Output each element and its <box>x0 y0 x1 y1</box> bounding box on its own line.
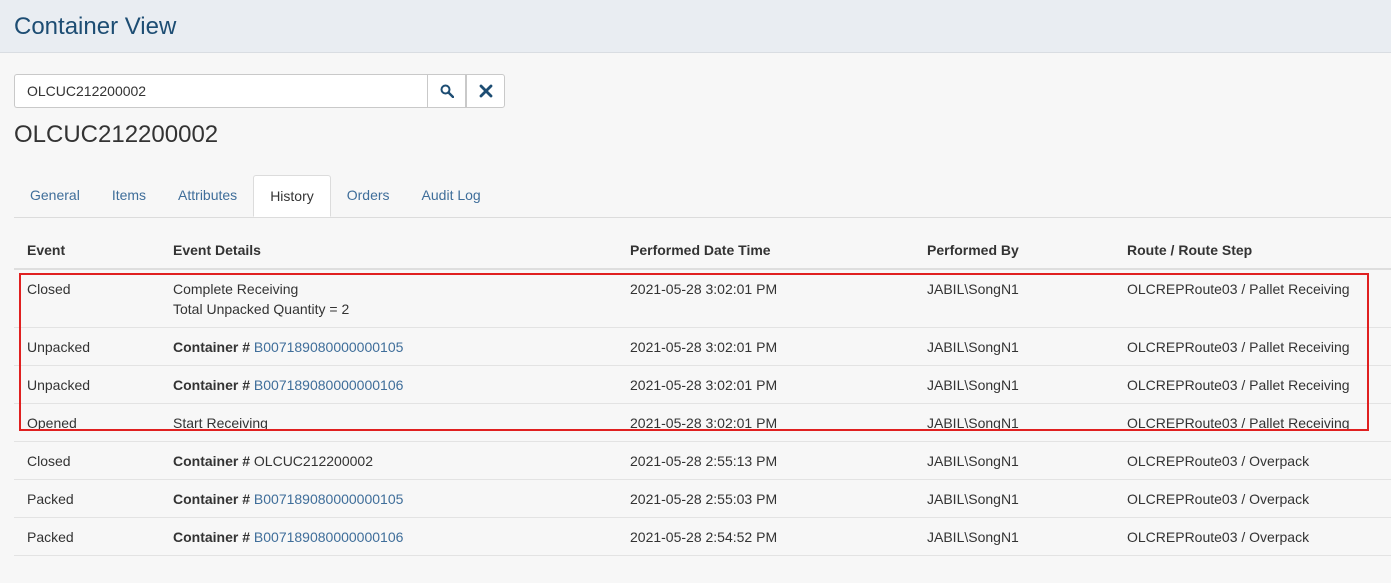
container-label: Container # <box>173 453 251 469</box>
event-details-cell: Complete Receiving Total Unpacked Quanti… <box>160 269 617 328</box>
page-header: Container View <box>0 0 1391 53</box>
date-cell: 2021-05-28 3:02:01 PM <box>617 269 914 328</box>
event-details-cell: Container # OLCUC212200002 <box>160 441 617 480</box>
event-cell: Unpacked <box>14 365 160 404</box>
date-cell: 2021-05-28 2:55:13 PM <box>617 441 914 480</box>
table-row: Closed Complete Receiving Total Unpacked… <box>14 269 1391 328</box>
container-link[interactable]: B007189080000000105 <box>254 339 404 355</box>
performed-by-cell: JABIL\SongN1 <box>914 403 1114 442</box>
event-details-cell: Container # B007189080000000106 <box>160 517 617 556</box>
column-header-performed-by[interactable]: Performed By <box>914 231 1114 270</box>
table-header-row: Event Event Details Performed Date Time … <box>14 231 1391 270</box>
search-icon <box>440 84 454 98</box>
column-header-performed-date-time[interactable]: Performed Date Time <box>617 231 914 270</box>
event-cell: Unpacked <box>14 327 160 366</box>
tab-orders[interactable]: Orders <box>331 175 406 217</box>
date-cell: 2021-05-28 2:54:52 PM <box>617 517 914 556</box>
event-details-cell: Container # B007189080000000105 <box>160 327 617 366</box>
route-cell: OLCREPRoute03 / Overpack <box>1114 517 1391 556</box>
container-link[interactable]: B007189080000000105 <box>254 491 404 507</box>
clear-button[interactable] <box>466 74 505 108</box>
performed-by-cell: JABIL\SongN1 <box>914 365 1114 404</box>
details-line: Total Unpacked Quantity = 2 <box>173 301 350 317</box>
table-row: Unpacked Container # B007189080000000106… <box>14 365 1391 404</box>
event-cell: Closed <box>14 269 160 328</box>
container-value: OLCUC212200002 <box>253 453 373 469</box>
performed-by-cell: JABIL\SongN1 <box>914 327 1114 366</box>
event-details-cell: Start Receiving <box>160 403 617 442</box>
table-row: Packed Container # B007189080000000105 2… <box>14 479 1391 518</box>
search-button[interactable] <box>427 74 466 108</box>
table-row: Opened Start Receiving 2021-05-28 3:02:0… <box>14 403 1391 442</box>
table-row: Unpacked Container # B007189080000000105… <box>14 327 1391 366</box>
details-line: Complete Receiving <box>173 281 299 297</box>
tab-bar: General Items Attributes History Orders … <box>14 175 1391 218</box>
table-row: Closed Container # OLCUC212200002 2021-0… <box>14 441 1391 480</box>
tab-items[interactable]: Items <box>96 175 162 217</box>
container-title: OLCUC212200002 <box>14 121 219 148</box>
performed-by-cell: JABIL\SongN1 <box>914 517 1114 556</box>
close-icon <box>479 84 492 98</box>
event-cell: Packed <box>14 479 160 518</box>
container-label: Container # <box>173 529 251 545</box>
route-cell: OLCREPRoute03 / Pallet Receiving <box>1114 269 1391 328</box>
route-cell: OLCREPRoute03 / Pallet Receiving <box>1114 365 1391 404</box>
container-link[interactable]: B007189080000000106 <box>254 529 404 545</box>
date-cell: 2021-05-28 2:55:03 PM <box>617 479 914 518</box>
date-cell: 2021-05-28 3:02:01 PM <box>617 365 914 404</box>
column-header-route[interactable]: Route / Route Step <box>1114 231 1391 270</box>
route-cell: OLCREPRoute03 / Overpack <box>1114 479 1391 518</box>
route-cell: OLCREPRoute03 / Overpack <box>1114 441 1391 480</box>
search-input[interactable] <box>14 74 427 108</box>
search-bar <box>14 74 505 108</box>
container-label: Container # <box>173 339 251 355</box>
container-label: Container # <box>173 377 251 393</box>
performed-by-cell: JABIL\SongN1 <box>914 269 1114 328</box>
event-cell: Packed <box>14 517 160 556</box>
table-row: Packed Container # B007189080000000106 2… <box>14 517 1391 556</box>
date-cell: 2021-05-28 3:02:01 PM <box>617 403 914 442</box>
container-link[interactable]: B007189080000000106 <box>254 377 404 393</box>
tab-audit-log[interactable]: Audit Log <box>406 175 497 217</box>
event-details-cell: Container # B007189080000000106 <box>160 365 617 404</box>
column-header-event-details[interactable]: Event Details <box>160 231 617 270</box>
history-table: Event Event Details Performed Date Time … <box>14 231 1391 556</box>
event-cell: Opened <box>14 403 160 442</box>
container-label: Container # <box>173 491 251 507</box>
page-title: Container View <box>14 13 177 40</box>
event-details-cell: Container # B007189080000000105 <box>160 479 617 518</box>
performed-by-cell: JABIL\SongN1 <box>914 479 1114 518</box>
route-cell: OLCREPRoute03 / Pallet Receiving <box>1114 327 1391 366</box>
tab-attributes[interactable]: Attributes <box>162 175 253 217</box>
performed-by-cell: JABIL\SongN1 <box>914 441 1114 480</box>
tab-history[interactable]: History <box>253 175 331 217</box>
event-cell: Closed <box>14 441 160 480</box>
column-header-event[interactable]: Event <box>14 231 160 270</box>
tab-general[interactable]: General <box>14 175 96 217</box>
date-cell: 2021-05-28 3:02:01 PM <box>617 327 914 366</box>
route-cell: OLCREPRoute03 / Pallet Receiving <box>1114 403 1391 442</box>
